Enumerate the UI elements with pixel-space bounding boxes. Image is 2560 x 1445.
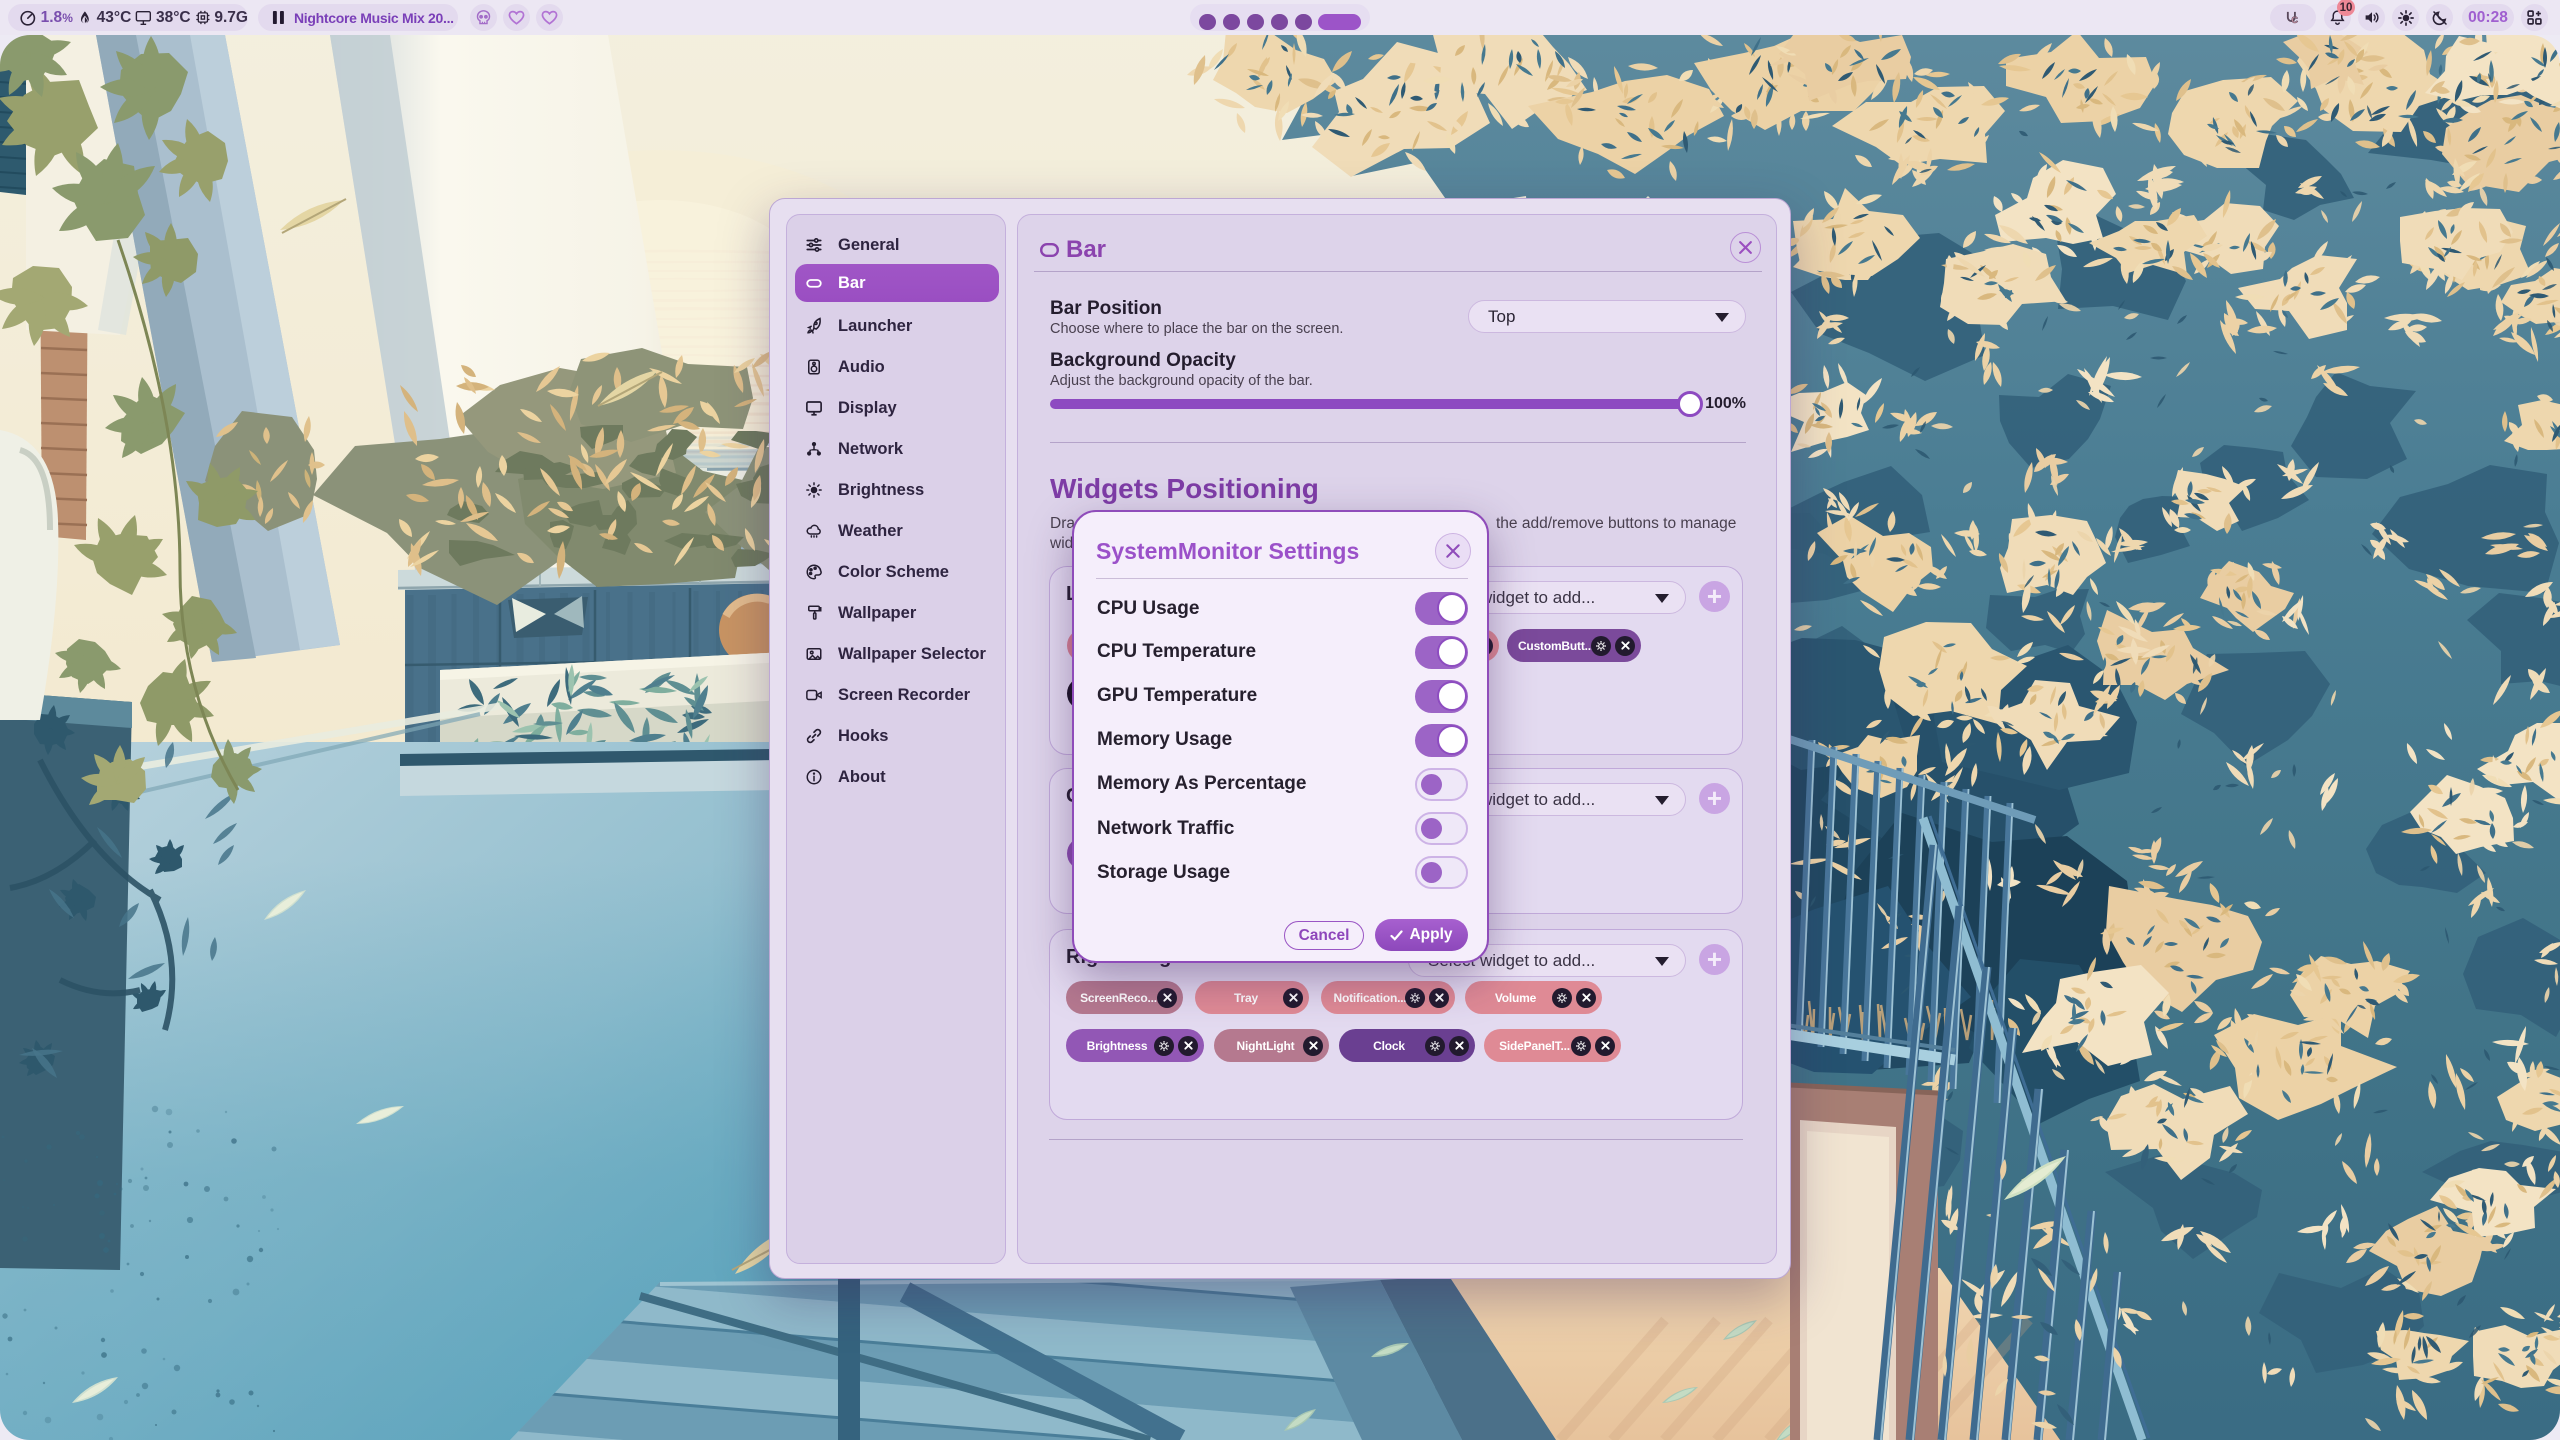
svg-text:C: C [2291,15,2298,25]
